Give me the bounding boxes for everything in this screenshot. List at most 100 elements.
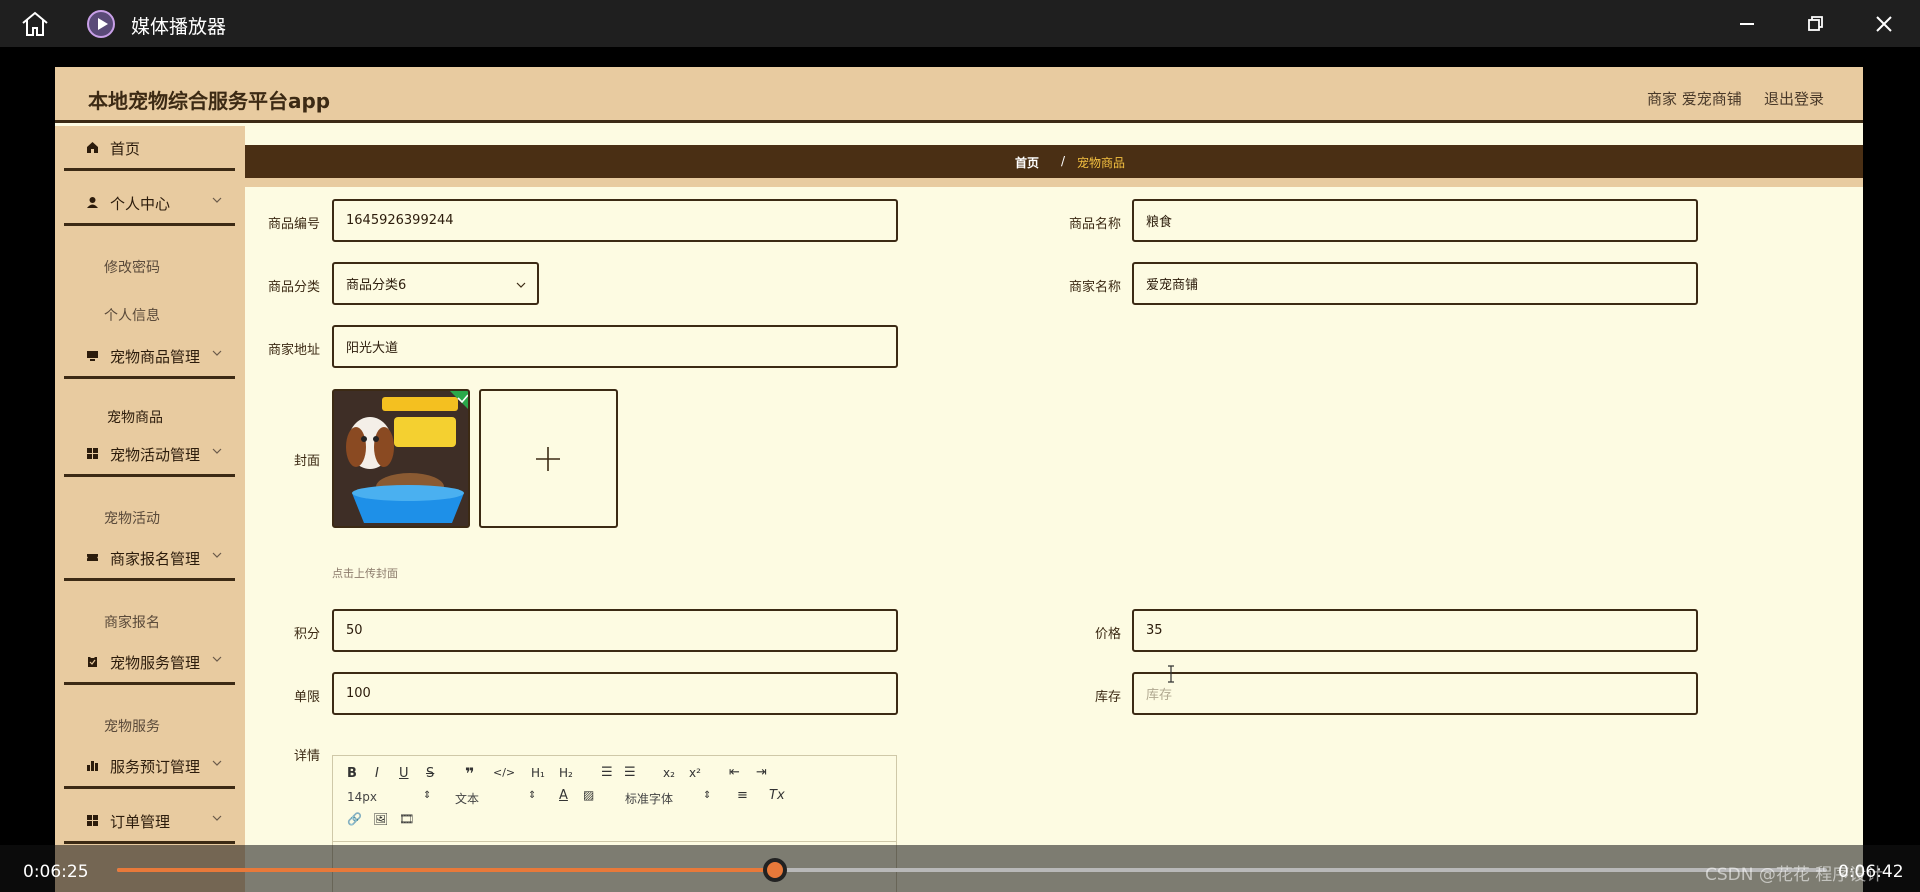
chevron-down-icon [212, 760, 222, 766]
category-select-value: 商品分类6 [346, 278, 407, 293]
link-icon[interactable]: 🔗 [347, 812, 362, 826]
breadcrumb-bottom-band [245, 178, 1863, 187]
image-icon[interactable]: 🖼 [373, 812, 388, 826]
text-style-select[interactable]: 文本 [455, 790, 479, 807]
sidebar-subitem-pet-service[interactable]: 宠物服务 [104, 716, 160, 736]
seek-bar[interactable] [117, 868, 1827, 872]
seek-handle[interactable] [763, 858, 787, 882]
sidebar-item-home[interactable]: 首页 [64, 126, 235, 171]
updown-icon: ⇕ [423, 790, 432, 801]
cover-label: 封面 [293, 454, 320, 469]
monitor-icon [87, 351, 98, 361]
pet-food-image [334, 391, 468, 526]
underline-icon[interactable]: U [399, 766, 409, 781]
cover-image-thumbnail[interactable] [332, 389, 470, 528]
stock-placeholder: 库存 [1146, 688, 1173, 703]
clear-format-icon[interactable]: Tx [769, 788, 785, 803]
home-icon [87, 142, 98, 153]
home-icon[interactable] [20, 10, 50, 38]
breadcrumb-home[interactable]: 首页 [1015, 154, 1039, 171]
limit-field[interactable]: 100 [332, 672, 898, 715]
font-color-icon[interactable]: A [559, 788, 568, 803]
category-select[interactable]: 商品分类6 [332, 262, 539, 305]
restore-icon[interactable] [1801, 10, 1829, 38]
seek-bar-fill [117, 868, 775, 872]
subscript-icon[interactable]: x₂ [663, 766, 675, 780]
heading1-icon[interactable]: H₁ [531, 766, 545, 780]
price-field[interactable]: 35 [1132, 609, 1698, 652]
indent-icon[interactable]: ⇥ [756, 765, 767, 780]
points-field[interactable]: 50 [332, 609, 898, 652]
points-label: 积分 [293, 627, 320, 642]
sidebar-subitem-pet-goods[interactable]: 宠物商品 [107, 407, 163, 427]
sidebar-item-pet-goods-mgmt[interactable]: 宠物商品管理 [64, 334, 235, 379]
product-no-field[interactable]: 1645926399244 [332, 199, 898, 242]
limit-label: 单限 [293, 690, 320, 705]
font-family-select[interactable]: 标准字体 [625, 790, 673, 807]
italic-icon[interactable]: I [375, 766, 379, 781]
stock-field[interactable]: 库存 [1132, 672, 1698, 715]
heading2-icon[interactable]: H₂ [559, 766, 573, 780]
ordered-list-icon[interactable]: ☰ [601, 765, 613, 780]
sidebar-item-label: 宠物商品管理 [110, 348, 201, 366]
clipboard-icon [88, 656, 97, 667]
merchant-name-label: 商家名称 [1068, 280, 1121, 295]
merchant-name-field[interactable]: 爱宠商铺 [1132, 262, 1698, 305]
stock-label: 库存 [1094, 690, 1121, 705]
time-total: 0:06:42 [1838, 862, 1904, 882]
outdent-icon[interactable]: ⇤ [729, 765, 740, 780]
player-logo-icon [87, 10, 115, 38]
strikethrough-icon[interactable]: S [426, 766, 434, 781]
sidebar-item-label: 个人中心 [110, 195, 171, 213]
sidebar-subitem-change-password[interactable]: 修改密码 [104, 257, 160, 277]
player-titlebar: 媒体播放器 [0, 0, 1920, 47]
app-window: 本地宠物综合服务平台app 商家 爱宠商铺 退出登录 首页 个人中心 修改密码 … [55, 67, 1863, 892]
sidebar-item-label: 首页 [110, 140, 141, 158]
chevron-down-icon [212, 350, 222, 356]
plus-icon [536, 447, 560, 471]
bold-icon[interactable]: B [347, 766, 357, 781]
background-color-icon[interactable]: ▨ [583, 788, 594, 802]
code-block-icon[interactable]: </> [493, 766, 515, 779]
sidebar-subitem-pet-activity[interactable]: 宠物活动 [104, 508, 160, 528]
sidebar-item-pet-service-mgmt[interactable]: 宠物服务管理 [64, 640, 235, 685]
user-icon [87, 197, 98, 208]
category-label: 商品分类 [267, 280, 320, 295]
sidebar-item-personal-center[interactable]: 个人中心 [64, 181, 235, 226]
logout-link[interactable]: 退出登录 [1764, 88, 1824, 109]
cover-upload-hint: 点击上传封面 [332, 567, 398, 580]
ticket-icon [87, 554, 98, 561]
superscript-icon[interactable]: x² [689, 766, 701, 780]
close-icon[interactable] [1870, 10, 1898, 38]
updown-icon: ⇕ [703, 790, 712, 801]
product-name-field[interactable]: 粮食 [1132, 199, 1698, 242]
breadcrumb-current: 宠物商品 [1077, 156, 1126, 170]
cover-upload-button[interactable] [479, 389, 618, 528]
blockquote-icon[interactable]: ❞ [465, 764, 474, 783]
merchant-addr-field[interactable]: 阳光大道 [332, 325, 898, 368]
font-size-select[interactable]: 14px [347, 790, 377, 804]
align-icon[interactable]: ≡ [737, 788, 748, 803]
breadcrumb-separator: / [1061, 154, 1066, 168]
chevron-down-icon [212, 815, 222, 821]
sidebar-item-service-booking-mgmt[interactable]: 服务预订管理 [64, 744, 235, 789]
product-name-label: 商品名称 [1068, 217, 1121, 232]
video-icon[interactable]: 🎞 [399, 812, 414, 826]
chevron-down-icon [212, 197, 222, 203]
sidebar-item-label: 订单管理 [110, 813, 171, 831]
grid-icon [87, 448, 98, 459]
grid-icon [87, 815, 98, 826]
chevron-down-icon [212, 552, 222, 558]
sidebar-item-order-mgmt[interactable]: 订单管理 [64, 799, 235, 844]
bullet-list-icon[interactable]: ☰ [624, 765, 636, 780]
time-elapsed: 0:06:25 [23, 862, 89, 882]
sidebar-subitem-personal-info[interactable]: 个人信息 [104, 305, 160, 325]
sidebar-subitem-merchant-signup[interactable]: 商家报名 [104, 612, 160, 632]
window-title: 媒体播放器 [131, 16, 227, 38]
price-label: 价格 [1094, 627, 1121, 642]
chevron-down-icon [212, 448, 222, 454]
sidebar-item-merchant-signup-mgmt[interactable]: 商家报名管理 [64, 536, 235, 581]
sidebar-item-pet-activity-mgmt[interactable]: 宠物活动管理 [64, 432, 235, 477]
breadcrumb: 首页 / 宠物商品 [245, 145, 1863, 178]
minimize-icon[interactable] [1733, 10, 1761, 38]
